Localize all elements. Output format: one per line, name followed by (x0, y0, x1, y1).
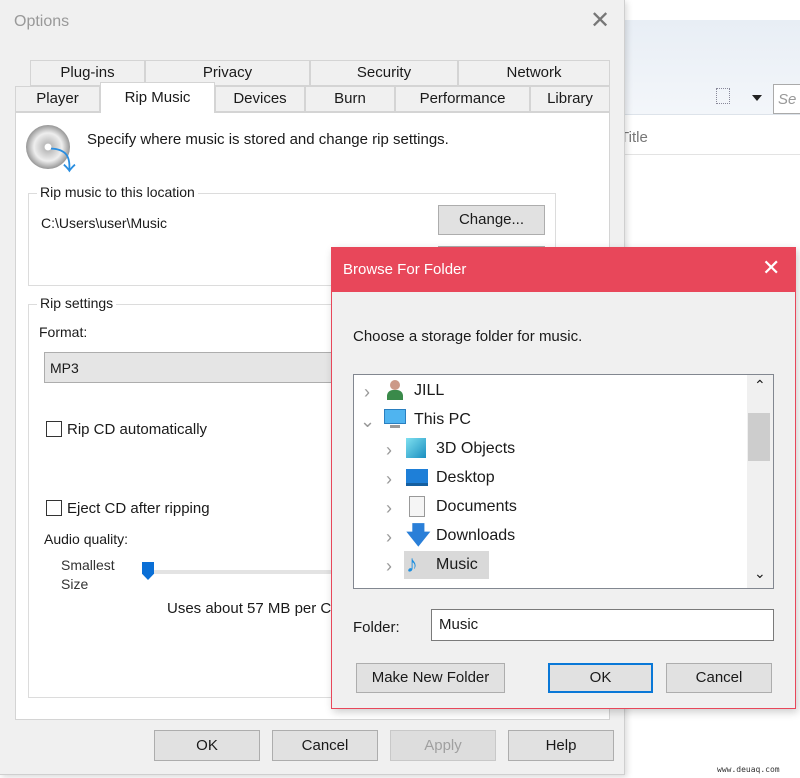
folder-tree[interactable]: ⌃ ⌄ › JILL ⌄ This PC › 3D Objects › Desktop › Doc… (353, 374, 774, 589)
view-options-icon[interactable]: ​ (716, 88, 730, 104)
description: Specify where music is stored and change… (87, 131, 449, 148)
tree-item-this-pc[interactable]: This PC (414, 406, 471, 433)
column-header-title[interactable]: Title (615, 129, 800, 155)
folder-input[interactable]: Music (431, 609, 774, 641)
audio-quality-label: Audio quality: (44, 531, 129, 547)
folder-label: Folder: (353, 619, 400, 636)
tree-item-jill[interactable]: JILL (414, 377, 444, 404)
chevron-right-icon[interactable]: › (382, 556, 396, 577)
ok-button[interactable]: OK (154, 730, 260, 761)
rip-settings-label: Rip settings (37, 295, 117, 311)
tab-performance[interactable]: Performance (395, 86, 530, 112)
eject-cd-checkbox[interactable] (46, 500, 62, 516)
search-input[interactable]: Se (773, 84, 800, 114)
help-button[interactable]: Help (508, 730, 614, 761)
audio-quality-track[interactable] (151, 570, 351, 574)
smallest-size-label: Smallest (61, 557, 115, 573)
tab-network[interactable]: Network (458, 60, 610, 86)
chevron-down-icon[interactable]: ⌄ (360, 411, 375, 432)
rip-arrow-icon: ⤵ (50, 146, 77, 176)
cube-icon (406, 438, 428, 460)
audio-quality-thumb[interactable] (142, 562, 154, 580)
tab-library[interactable]: Library (530, 86, 610, 112)
tree-scrollbar[interactable] (747, 375, 773, 588)
rip-cd-auto-checkbox[interactable] (46, 421, 62, 437)
dropdown-arrow-icon[interactable] (752, 95, 762, 101)
close-icon[interactable]: ✕ (590, 6, 610, 35)
document-icon (406, 496, 428, 518)
browse-title: Browse For Folder (332, 248, 795, 292)
change-button[interactable]: Change... (438, 205, 545, 235)
computer-icon (384, 409, 406, 431)
tab-security[interactable]: Security (310, 60, 458, 86)
tree-item-desktop[interactable]: Desktop (436, 464, 495, 491)
tab-player[interactable]: Player (15, 86, 100, 112)
location-path: C:\Users\user\Music (41, 215, 168, 231)
location-group-label: Rip music to this location (37, 184, 198, 200)
tree-item-documents[interactable]: Documents (436, 493, 517, 520)
music-icon: ♪ (406, 551, 418, 578)
close-icon[interactable]: ✕ (762, 255, 780, 281)
dialog-title: Options (14, 13, 70, 30)
scroll-down-icon[interactable]: ⌄ (754, 565, 766, 582)
user-icon (384, 380, 406, 402)
chevron-right-icon[interactable]: › (382, 469, 396, 490)
chevron-right-icon[interactable]: › (360, 382, 374, 403)
smallest-size-label-2: Size (61, 576, 89, 592)
eject-cd-label: Eject CD after ripping (67, 500, 210, 517)
apply-button[interactable]: Apply (390, 730, 496, 761)
rip-cd-auto-label: Rip CD automatically (67, 421, 208, 438)
watermark: www.deuaq.com (717, 765, 780, 774)
browse-prompt: Choose a storage folder for music. (353, 328, 583, 345)
tree-item-downloads[interactable]: Downloads (436, 522, 515, 549)
chevron-right-icon[interactable]: › (382, 440, 396, 461)
tab-devices[interactable]: Devices (215, 86, 305, 112)
make-new-folder-button[interactable]: Make New Folder (356, 663, 505, 693)
cancel-button[interactable]: Cancel (666, 663, 772, 693)
ok-button[interactable]: OK (548, 663, 653, 693)
tab-burn[interactable]: Burn (305, 86, 395, 112)
usage-text: Uses about 57 MB per C (167, 600, 332, 617)
download-icon: 🡇 (406, 522, 431, 549)
chevron-right-icon[interactable]: › (382, 498, 396, 519)
desktop-icon (406, 467, 428, 489)
tree-item-music[interactable]: Music (436, 551, 478, 578)
chevron-right-icon[interactable]: › (382, 527, 396, 548)
scrollbar-thumb[interactable] (748, 413, 770, 461)
cancel-button[interactable]: Cancel (272, 730, 378, 761)
format-label: Format: (39, 324, 88, 340)
browse-folder-dialog: Browse For Folder ✕ Choose a storage fol… (331, 247, 796, 709)
tree-item-3d-objects[interactable]: 3D Objects (436, 435, 515, 462)
scroll-up-icon[interactable]: ⌃ (754, 377, 766, 394)
tab-rip-music[interactable]: Rip Music (100, 82, 215, 113)
format-select[interactable]: MP3 (44, 352, 344, 383)
